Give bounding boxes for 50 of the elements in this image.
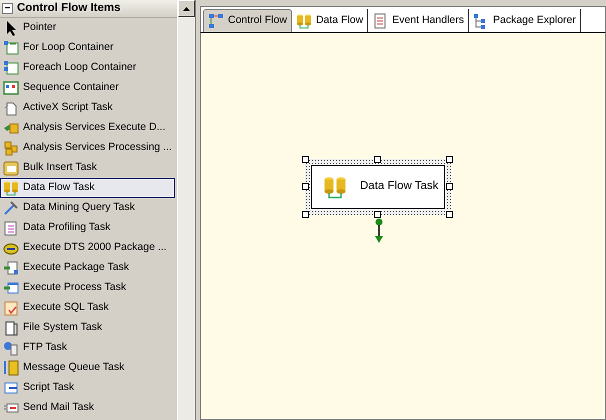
loop-container-icon: [3, 60, 19, 76]
toolbox-item[interactable]: Data Mining Query Task: [0, 198, 175, 218]
toolbox-item[interactable]: Data Profiling Task: [0, 218, 175, 238]
resize-handle[interactable]: [446, 183, 453, 190]
resize-handle[interactable]: [302, 211, 309, 218]
checklist-icon: [372, 12, 388, 28]
loop-container-icon: [3, 40, 19, 56]
toolbox-item[interactable]: For Loop Container: [0, 38, 175, 58]
mining-tool-icon: [3, 200, 19, 216]
resize-handle[interactable]: [446, 211, 453, 218]
toolbox-item[interactable]: Sequence Container: [0, 78, 175, 98]
toolbox-item[interactable]: File System Task: [0, 318, 175, 338]
resize-handle[interactable]: [446, 156, 453, 163]
toolbox-item[interactable]: Message Queue Task: [0, 358, 175, 378]
design-canvas[interactable]: Data Flow Task: [200, 32, 606, 420]
toolbox-item[interactable]: Send Mail Task: [0, 398, 175, 418]
toolbox-item[interactable]: Execute Process Task: [0, 278, 175, 298]
toolbox-item[interactable]: Foreach Loop Container: [0, 58, 175, 78]
queue-icon: [3, 360, 19, 376]
tab[interactable]: Control Flow: [203, 9, 292, 32]
scroll-up-button[interactable]: [178, 0, 195, 17]
resize-handle[interactable]: [374, 156, 381, 163]
toolbox-item[interactable]: Bulk Insert Task: [0, 158, 175, 178]
toolbox-item[interactable]: Data Flow Task: [0, 178, 175, 198]
toolbox-item[interactable]: FTP Task: [0, 338, 175, 358]
toolbox-item[interactable]: Execute Package Task: [0, 258, 175, 278]
up-arrow-icon: [183, 6, 190, 10]
sql-document-icon: [3, 300, 19, 316]
document-icon: [3, 220, 19, 236]
data-flow-icon: [296, 12, 312, 28]
toolbox-item[interactable]: Execute DTS 2000 Package ...: [0, 238, 175, 258]
ftp-icon: [3, 340, 19, 356]
resize-handle[interactable]: [302, 183, 309, 190]
data-flow-icon: [3, 180, 19, 196]
toolbox-item[interactable]: Pointer: [0, 18, 175, 38]
task-label: Data Flow Task: [360, 179, 438, 194]
container-icon: [3, 80, 19, 96]
collapse-toggle[interactable]: −: [2, 3, 13, 14]
window-arrow-icon: [3, 280, 19, 296]
task-node[interactable]: Data Flow Task: [305, 159, 451, 215]
toolbox-item[interactable]: ActiveX Script Task: [0, 98, 175, 118]
connector-arrow[interactable]: [374, 218, 384, 244]
resize-handle[interactable]: [374, 211, 381, 218]
toolbox-title: Control Flow Items: [17, 0, 120, 16]
resize-handle[interactable]: [302, 156, 309, 163]
toolbox-item[interactable]: Analysis Services Processing ...: [0, 138, 175, 158]
toolbox-item[interactable]: Execute SQL Task: [0, 298, 175, 318]
toolbox-item[interactable]: Script Task: [0, 378, 175, 398]
toolbox-item[interactable]: Analysis Services Execute D...: [0, 118, 175, 138]
flow-icon: [208, 13, 224, 29]
